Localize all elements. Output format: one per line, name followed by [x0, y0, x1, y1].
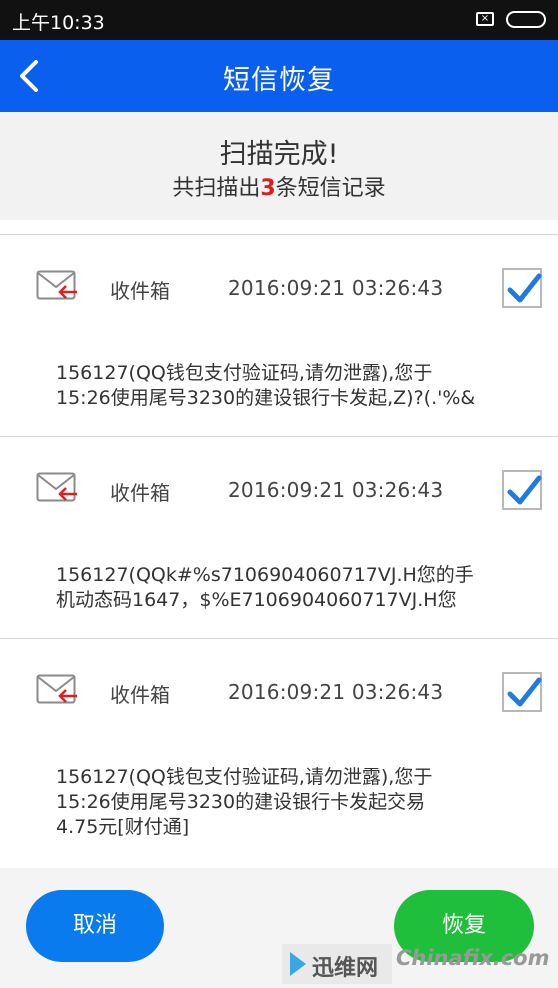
scan-count-text: 共扫描出3条短信记录	[0, 170, 558, 202]
message-folder: 收件箱	[110, 279, 170, 303]
status-time: 上午10:33	[12, 12, 105, 34]
message-body: 156127(QQ钱包支付验证码,请勿泄露),您于 15:26使用尾号3230的…	[56, 362, 476, 409]
message-list: 收件箱 2016:09:21 03:26:43 156127(QQ钱包支付验证码…	[0, 234, 558, 840]
sim-card-icon: ×	[476, 12, 494, 26]
envelope-incoming-icon	[36, 270, 78, 302]
checkmark-icon	[507, 677, 542, 707]
message-folder: 收件箱	[110, 481, 170, 505]
count-prefix: 共扫描出	[172, 176, 261, 201]
envelope-incoming-icon	[36, 674, 78, 706]
checkmark-icon	[507, 475, 542, 505]
title-bar: 短信恢复	[0, 40, 558, 112]
message-datetime: 2016:09:21 03:26:43	[228, 478, 444, 502]
message-body: 156127(QQ钱包支付验证码,请勿泄露),您于 15:26使用尾号3230的…	[56, 766, 433, 838]
watermark-right-text: Chinafix.com	[396, 946, 550, 970]
message-item[interactable]: 收件箱 2016:09:21 03:26:43 156127(QQk#%s710…	[0, 436, 558, 638]
watermark-left-text: 迅维网	[312, 956, 379, 981]
message-body: 156127(QQk#%s7106904060717VJ.H您的手 机动态码16…	[56, 564, 474, 611]
message-folder: 收件箱	[110, 683, 170, 707]
message-datetime: 2016:09:21 03:26:43	[228, 680, 444, 704]
count-number: 3	[260, 176, 276, 201]
scan-complete-heading: 扫描完成!	[219, 139, 339, 170]
status-bar: 上午10:33 ×	[0, 0, 558, 40]
message-item[interactable]: 收件箱 2016:09:21 03:26:43 156127(QQ钱包支付验证码…	[0, 638, 558, 840]
message-item[interactable]: 收件箱 2016:09:21 03:26:43 156127(QQ钱包支付验证码…	[0, 234, 558, 436]
count-suffix: 条短信记录	[275, 176, 386, 201]
envelope-incoming-icon	[36, 472, 78, 504]
battery-icon	[506, 11, 546, 28]
watermark-arrow-icon	[290, 952, 306, 976]
message-datetime: 2016:09:21 03:26:43	[228, 276, 444, 300]
scan-summary: 扫描完成! 共扫描出3条短信记录	[0, 112, 558, 220]
message-checkbox[interactable]	[502, 268, 542, 308]
divider-band	[0, 220, 558, 234]
cancel-button[interactable]: 取消	[26, 890, 164, 962]
watermark-logo-left: 迅维网	[282, 944, 392, 984]
checkmark-icon	[507, 273, 542, 303]
page-title: 短信恢复	[223, 65, 335, 96]
message-checkbox[interactable]	[502, 672, 542, 712]
message-checkbox[interactable]	[502, 470, 542, 510]
watermark-logo-right: Chinafix.com	[396, 946, 556, 986]
